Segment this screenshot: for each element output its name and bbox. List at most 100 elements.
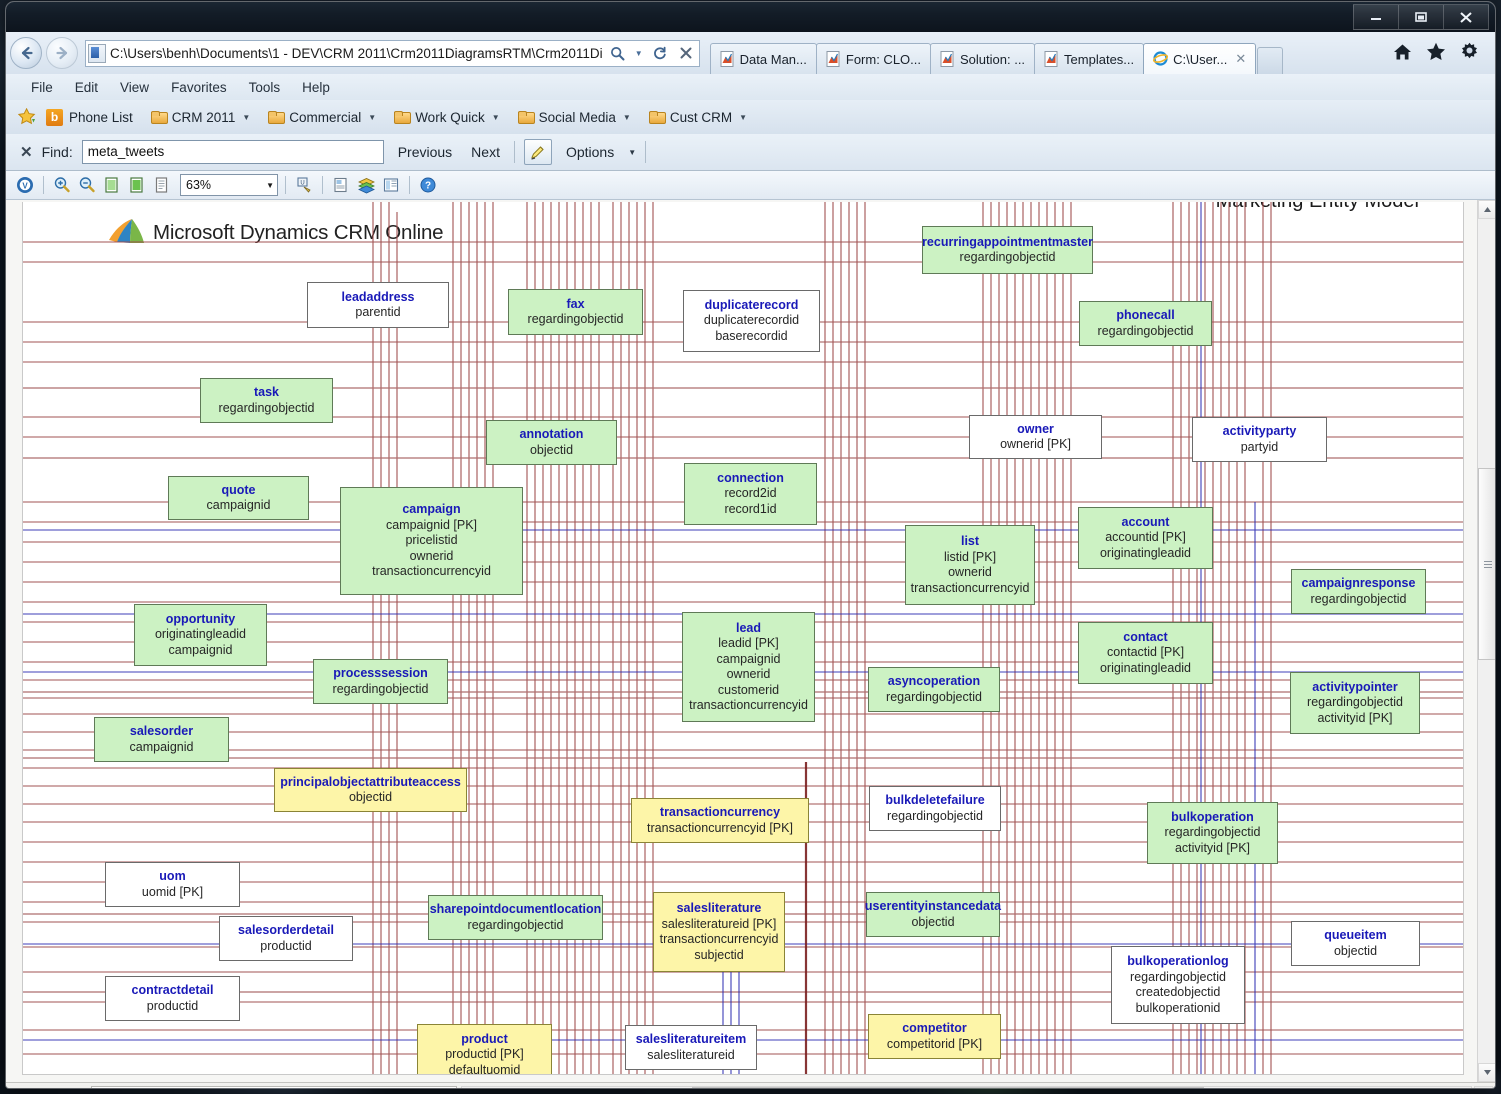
entity-lead[interactable]: lead leadid [PK] campaignid ownerid customer…	[682, 612, 815, 722]
entity-salesliterature[interactable]: salesliterature salesliteratureid [PK] tra…	[653, 892, 785, 972]
entity-uom[interactable]: uom uomid [PK]	[105, 862, 240, 907]
visio-diagram[interactable]: Marketing Entity Model Microsoft Dynamic…	[22, 202, 1464, 1075]
entity-campaign[interactable]: campaign campaignid [PK] pricelistid owneri…	[340, 487, 523, 595]
new-tab-button[interactable]	[1257, 47, 1284, 74]
chevron-down-icon[interactable]: ▼	[623, 113, 631, 122]
entity-leadaddress[interactable]: leadaddress parentid	[307, 282, 449, 328]
entity-phonecall[interactable]: phonecall regardingobjectid	[1079, 301, 1212, 346]
layers-icon[interactable]	[355, 175, 377, 196]
search-icon[interactable]	[607, 42, 629, 65]
tab-close-icon[interactable]: ✕	[1235, 51, 1246, 67]
menu-item-favorites[interactable]: Favorites	[160, 77, 238, 98]
add-favorite-star-icon[interactable]	[17, 107, 37, 126]
favorite-crm-2011[interactable]: CRM 2011 ▼	[142, 107, 259, 128]
menu-item-view[interactable]: View	[109, 77, 160, 98]
entity-userentityinstancedata[interactable]: userentityinstancedata objectid	[865, 892, 1001, 937]
fit-page-icon[interactable]	[101, 175, 123, 196]
zoom-out-icon[interactable]	[76, 175, 98, 196]
find-options-caret-icon[interactable]: ▼	[628, 148, 636, 157]
entity-list[interactable]: list listid [PK] ownerid transactioncurrenc…	[905, 525, 1035, 605]
vertical-scrollbar[interactable]	[1477, 200, 1495, 1082]
entity-sharepointdocumentlocation[interactable]: sharepointdocumentlocation regardingobjec…	[428, 895, 603, 940]
favorite-commercial[interactable]: Commercial ▼	[259, 107, 385, 128]
find-options-button[interactable]: Options	[561, 142, 619, 162]
menu-item-edit[interactable]: Edit	[64, 77, 109, 98]
entity-activityparty[interactable]: activityparty partyid	[1192, 417, 1327, 462]
chevron-down-icon[interactable]: ▼	[368, 113, 376, 122]
refresh-icon[interactable]	[649, 42, 671, 65]
page-tab[interactable]: lead, list, campaign, product, saleslite…	[91, 1085, 458, 1088]
entity-campaignresponse[interactable]: campaignresponse regardingobjectid	[1291, 569, 1426, 614]
menu-item-help[interactable]: Help	[291, 77, 341, 98]
horizontal-scrollbar-thumb[interactable]	[692, 1087, 1205, 1088]
vertical-scrollbar-thumb[interactable]	[1478, 468, 1495, 660]
entity-owner[interactable]: owner ownerid [PK]	[969, 415, 1102, 459]
zoom-level-select[interactable]: 63% ▼	[180, 174, 278, 196]
comment-icon[interactable]: U	[293, 175, 315, 196]
entity-quote[interactable]: quote campaignid	[168, 476, 309, 520]
entity-transactioncurrency[interactable]: transactioncurrency transactioncurrencyid…	[631, 798, 809, 843]
browser-tab-2[interactable]: Solution: ...	[930, 43, 1036, 74]
chevron-down-icon[interactable]: ▼	[492, 113, 500, 122]
entity-duplicaterecord[interactable]: duplicaterecord duplicaterecordid basereco…	[683, 290, 820, 352]
settings-gear-icon[interactable]	[1460, 42, 1479, 64]
favorite-social-media[interactable]: Social Media ▼	[509, 107, 640, 128]
scroll-down-arrow-icon[interactable]	[1478, 1063, 1495, 1082]
entity-queueitem[interactable]: queueitem objectid	[1291, 921, 1420, 966]
entity-task[interactable]: task regardingobjectid	[200, 378, 333, 423]
favorites-star-icon[interactable]	[1426, 42, 1446, 64]
address-text[interactable]: C:\Users\benh\Documents\1 - DEV\CRM 2011…	[110, 41, 603, 66]
visio-logo-icon[interactable]: V	[14, 175, 36, 196]
entity-recurringappointmentmaster[interactable]: recurringappointmentmaster regardingobjec…	[922, 226, 1093, 274]
browser-tab-4[interactable]: C:\User... ✕	[1143, 43, 1257, 74]
entity-contractdetail[interactable]: contractdetail productid	[105, 976, 240, 1021]
statusbar-resize-corner[interactable]	[1474, 1086, 1493, 1088]
browser-tab-0[interactable]: Data Man...	[709, 43, 817, 74]
pan-zoom-icon[interactable]	[380, 175, 402, 196]
find-previous-button[interactable]: Previous	[393, 142, 457, 162]
search-dropdown-caret-icon[interactable]: ▼	[633, 42, 645, 65]
fit-width-icon[interactable]	[126, 175, 148, 196]
entity-bulkoperationlog[interactable]: bulkoperationlog regardingobjectid created…	[1111, 946, 1245, 1024]
highlighter-icon[interactable]	[523, 139, 552, 165]
find-input[interactable]	[81, 140, 384, 164]
entity-asyncoperation[interactable]: asyncoperation regardingobjectid	[868, 667, 1000, 712]
chevron-down-icon[interactable]: ▼	[739, 113, 747, 122]
entity-product[interactable]: product productid [PK] defaultuomid	[417, 1024, 552, 1074]
browser-tab-1[interactable]: Form: CLO...	[815, 43, 931, 74]
entity-opportunity[interactable]: opportunity originatingleadid campaignid	[134, 604, 267, 666]
menu-item-file[interactable]: File	[20, 77, 64, 98]
close-button[interactable]	[1443, 4, 1489, 30]
address-bar[interactable]: C:\Users\benh\Documents\1 - DEV\CRM 2011…	[85, 39, 700, 67]
zoom-in-icon[interactable]	[51, 175, 73, 196]
entity-bulkoperation[interactable]: bulkoperation regardingobjectid activityid…	[1147, 802, 1278, 864]
forward-button[interactable]	[46, 37, 78, 69]
horizontal-scrollbar[interactable]	[461, 1086, 1472, 1088]
entity-salesorderdetail[interactable]: salesorderdetail productid	[219, 916, 353, 961]
entity-bulkdeletefailure[interactable]: bulkdeletefailure regardingobjectid	[869, 786, 1001, 831]
help-icon[interactable]: ?	[417, 175, 439, 196]
menu-item-tools[interactable]: Tools	[238, 77, 292, 98]
entity-account[interactable]: account accountid [PK] originatingleadid	[1078, 507, 1213, 569]
entity-principalobjectattributeaccess[interactable]: principalobjectattributeaccess objectid	[274, 768, 467, 812]
zoom-dropdown-caret-icon[interactable]: ▼	[266, 181, 274, 190]
find-next-button[interactable]: Next	[466, 142, 505, 162]
favorite-cust-crm[interactable]: Cust CRM ▼	[640, 107, 756, 128]
maximize-button[interactable]	[1398, 4, 1443, 30]
scroll-up-arrow-icon[interactable]	[1478, 200, 1495, 219]
back-button[interactable]	[10, 37, 42, 69]
home-icon[interactable]	[1393, 43, 1412, 64]
entity-connection[interactable]: connection record2id record1id	[684, 463, 817, 525]
close-find-icon[interactable]: ✕	[20, 143, 33, 161]
properties-icon[interactable]	[330, 175, 352, 196]
chevron-down-icon[interactable]: ▼	[242, 113, 250, 122]
page-icon[interactable]	[151, 175, 173, 196]
entity-processsession[interactable]: processsession regardingobjectid	[313, 659, 448, 704]
entity-fax[interactable]: fax regardingobjectid	[508, 289, 643, 335]
favorite-phone-list[interactable]: b Phone List	[37, 106, 142, 129]
entity-competitor[interactable]: competitor competitorid [PK]	[868, 1014, 1001, 1059]
entity-annotation[interactable]: annotation objectid	[486, 420, 617, 465]
entity-activitypointer[interactable]: activitypointer regardingobjectid activity…	[1290, 672, 1420, 734]
favorite-work-quick[interactable]: Work Quick ▼	[385, 107, 508, 128]
minimize-button[interactable]	[1353, 4, 1398, 30]
